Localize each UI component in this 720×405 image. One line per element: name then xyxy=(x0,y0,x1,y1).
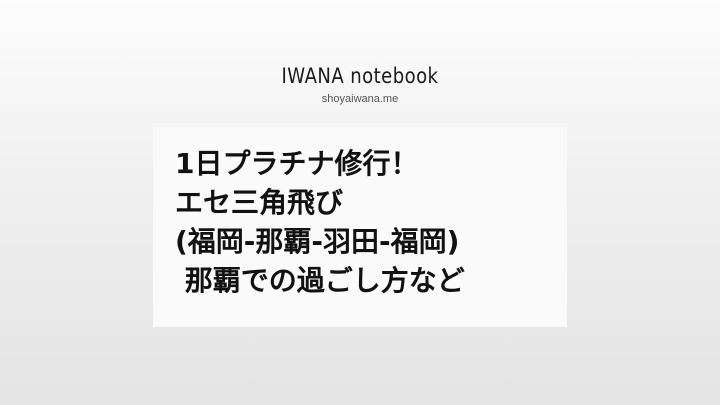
headline-line-1: 1日プラチナ修行！ xyxy=(175,147,419,180)
headline-card: 1日プラチナ修行！ エセ三角飛び (福岡-那覇-羽田-福岡) 那覇での過ごし方な… xyxy=(153,127,567,327)
headline-line-4: 那覇での過ごし方など xyxy=(175,264,465,297)
site-domain: shoyaiwana.me xyxy=(321,93,399,105)
headline-line-3: (福岡-那覇-羽田-福岡) xyxy=(175,225,460,258)
site-branding: IWANA notebook shoyaiwana.me xyxy=(0,62,720,106)
site-title: IWANA notebook xyxy=(281,64,439,88)
headline-line-2: エセ三角飛び xyxy=(175,186,344,219)
